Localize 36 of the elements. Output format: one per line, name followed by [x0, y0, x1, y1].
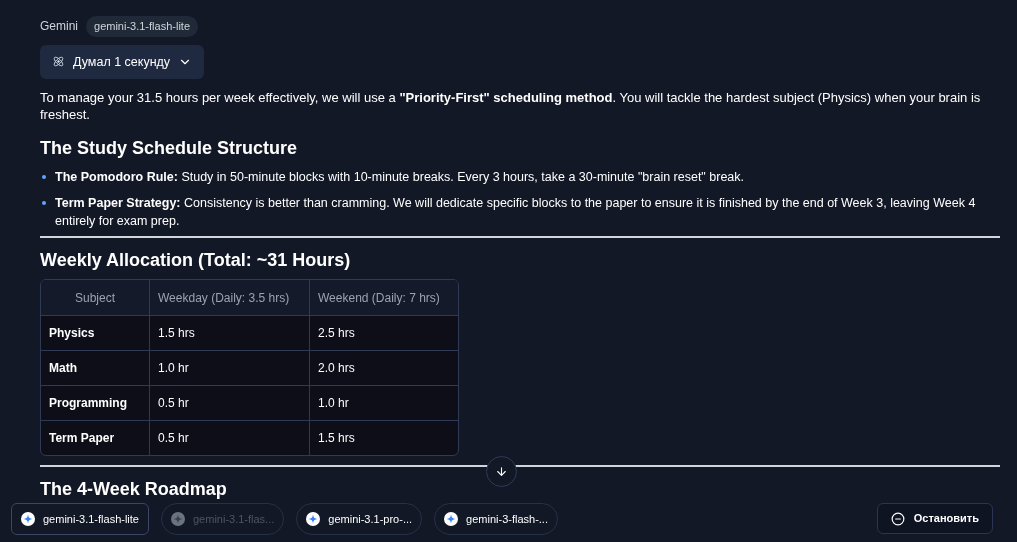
- table-cell: 1.0 hr: [309, 386, 458, 421]
- section-heading: The Study Schedule Structure: [40, 137, 299, 161]
- sparkle-icon: [306, 512, 321, 526]
- model-chip[interactable]: gemini-3.1-pro-...: [296, 503, 423, 535]
- table-cell-text: Math: [48, 360, 78, 378]
- sparkle-icon: [21, 512, 35, 526]
- model-chip[interactable]: gemini-3.1-flash-lite: [11, 503, 149, 535]
- table-cell: 0.5 hr: [149, 421, 309, 456]
- table-cell: 0.5 hr: [149, 386, 309, 421]
- intro-paragraph: To manage your 31.5 hours per week effectively, we will use a "Priority-First" scheduling method. You will tackle the hardest subject (Physics) when your brain is freshest.: [40, 89, 982, 124]
- table-cell: 1.0 hr: [149, 351, 309, 386]
- section-heading: The 4-Week Roadmap: [40, 478, 227, 502]
- scroll-down-button[interactable]: [486, 456, 517, 487]
- table-cell: 1.5 hrs: [309, 421, 458, 456]
- table-cell: 1.5 hrs: [149, 316, 309, 351]
- table-cell-text: Term Paper: [48, 430, 116, 448]
- table-cell: 2.0 hrs: [309, 351, 458, 386]
- sparkle-icon: [171, 512, 185, 526]
- model-badge: gemini-3.1-flash-lite: [86, 16, 198, 37]
- stop-icon: [890, 511, 905, 526]
- stop-button[interactable]: Остановить: [876, 503, 993, 534]
- model-chip[interactable]: gemini-3-flash-...: [434, 503, 558, 535]
- column-header: Subject: [74, 289, 116, 307]
- column-header: Weekday (Daily: 3.5 hrs): [149, 280, 309, 316]
- table-cell-text: Programming: [48, 395, 128, 413]
- arrow-down-icon: [495, 465, 508, 478]
- provider-label: Gemini: [40, 18, 78, 36]
- table-cell-text: Physics: [48, 325, 96, 343]
- bullet-text: Term Paper Strategy: Consistency is better than cramming. We will dedicate specific blocks to the paper to ensure it is finished by the end of Week 3, leaving Week 4 entirely for exam prep.: [55, 195, 977, 231]
- section-heading: Weekly Allocation (Total: ~31 Hours): [40, 249, 352, 273]
- bullet-text: The Pomodoro Rule: Study in 50-minute blocks with 10-minute breaks. Every 3 hours, take a 30-minute "brain reset" break.: [55, 169, 745, 187]
- atom-icon: [52, 55, 65, 69]
- thinking-toggle[interactable]: Думал 1 секунду: [40, 44, 205, 80]
- column-header: Weekend (Daily: 7 hrs): [309, 280, 458, 316]
- sparkle-icon: [444, 512, 459, 526]
- table-cell: 2.5 hrs: [309, 316, 458, 351]
